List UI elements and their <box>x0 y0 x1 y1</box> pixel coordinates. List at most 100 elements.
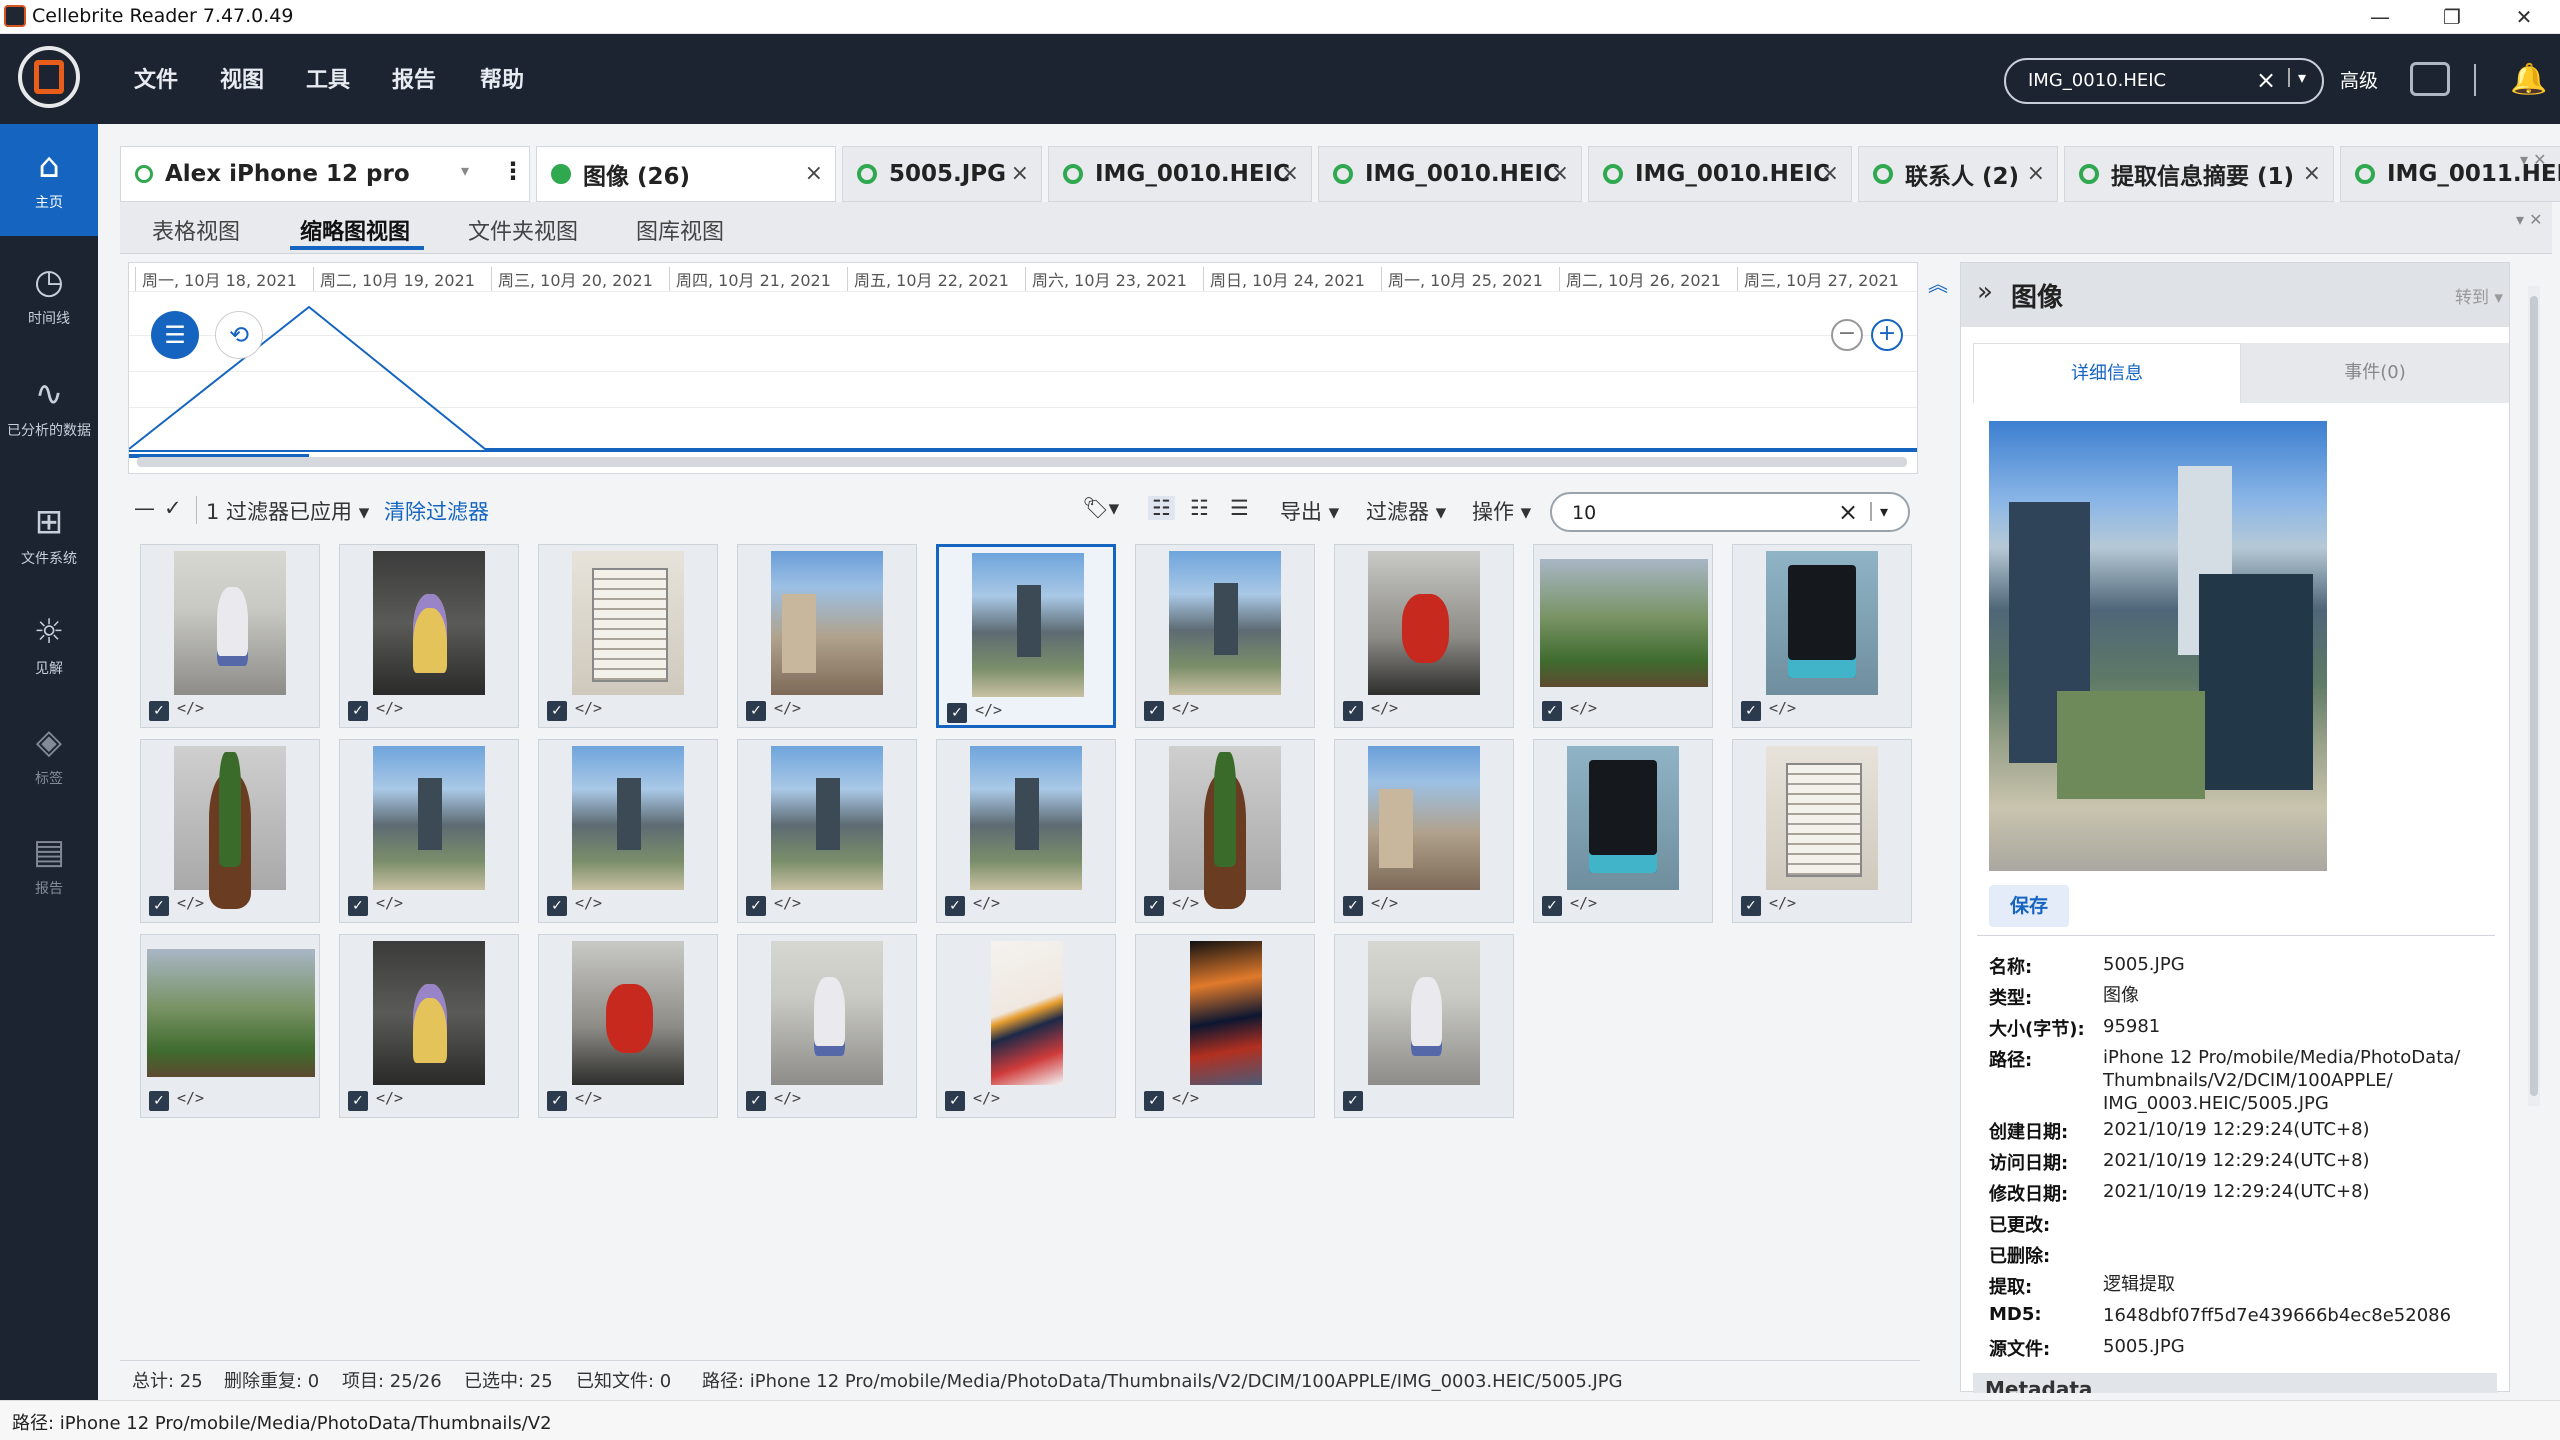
thumbnail-item[interactable]: ✓ </> <box>936 934 1116 1118</box>
thumbnail-checkbox[interactable]: ✓ <box>1542 701 1562 721</box>
thumbnail-item[interactable]: ✓ </> <box>1135 739 1315 923</box>
source-code-icon[interactable]: </> <box>376 1089 403 1107</box>
thumbnail-image[interactable] <box>572 551 684 695</box>
thumbnail-image[interactable] <box>1169 551 1281 695</box>
thumbnail-checkbox[interactable]: ✓ <box>1741 896 1761 916</box>
filter-dropdown[interactable]: 过滤器 ▾ <box>1366 496 1446 526</box>
close-tab-icon[interactable]: × <box>1281 161 1299 186</box>
thumbnail-image[interactable] <box>373 746 485 890</box>
source-code-icon[interactable]: </> <box>575 1089 602 1107</box>
thumbnail-item[interactable]: ✓ </> <box>936 739 1116 923</box>
thumbnail-image[interactable] <box>1368 746 1480 890</box>
thumbnail-item[interactable]: ✓ </> <box>1533 739 1713 923</box>
cellebrite-logo-icon[interactable] <box>18 46 80 108</box>
timeline-scrollbar[interactable] <box>137 457 1907 467</box>
sidebar-item-home[interactable]: ⌂ 主页 <box>0 124 98 236</box>
thumbnail-image[interactable] <box>771 746 883 890</box>
menu-tools[interactable]: 工具 <box>306 62 350 94</box>
tab-overflow-icon[interactable]: ▾ ✕ <box>2520 150 2547 169</box>
maximize-button[interactable]: ❐ <box>2416 0 2488 34</box>
thumbnail-image[interactable] <box>1368 551 1480 695</box>
thumbnail-item[interactable]: ✓ </> <box>1135 544 1315 728</box>
screenshot-icon[interactable] <box>2410 62 2450 96</box>
thumbnail-checkbox[interactable]: ✓ <box>348 701 368 721</box>
tab-folder-view[interactable]: 文件夹视图 <box>468 214 578 246</box>
thumbnail-checkbox[interactable]: ✓ <box>1741 701 1761 721</box>
tab-device[interactable]: Alex iPhone 12 pro ▾ ⋮ <box>120 146 530 202</box>
tab-details[interactable]: 详细信息 <box>1973 343 2241 403</box>
filter-dropdown-icon[interactable]: ▾ <box>1870 502 1888 521</box>
thumbnail-checkbox[interactable]: ✓ <box>1343 701 1363 721</box>
detail-scrollbar[interactable] <box>2528 286 2540 1106</box>
thumbnail-checkbox[interactable]: ✓ <box>1144 701 1164 721</box>
source-code-icon[interactable]: </> <box>1172 699 1199 717</box>
close-tab-icon[interactable]: × <box>2303 161 2321 186</box>
tab-images[interactable]: 图像 (26) × <box>536 146 836 202</box>
thumbnail-image[interactable] <box>771 941 883 1085</box>
thumbnail-checkbox[interactable]: ✓ <box>348 896 368 916</box>
goto-dropdown[interactable]: 转到 ▾ <box>2455 283 2503 308</box>
collapse-timeline-icon[interactable]: ︽ <box>1928 268 1948 297</box>
source-code-icon[interactable]: </> <box>1172 894 1199 912</box>
thumbnail-image[interactable] <box>373 551 485 695</box>
actions-dropdown[interactable]: 操作 ▾ <box>1472 496 1531 526</box>
thumbnail-checkbox[interactable]: ✓ <box>746 1091 766 1111</box>
source-code-icon[interactable]: </> <box>1769 894 1796 912</box>
view-tabs-overflow-icon[interactable]: ▾ ✕ <box>2516 210 2543 229</box>
thumbnail-item[interactable]: ✓ </> <box>936 544 1116 728</box>
thumbnail-item[interactable]: ✓ </> <box>140 739 320 923</box>
clear-search-icon[interactable]: × <box>2256 66 2276 94</box>
thumbnail-checkbox[interactable]: ✓ <box>945 1091 965 1111</box>
search-dropdown-icon[interactable]: ▾ <box>2288 68 2306 87</box>
sidebar-item-tags[interactable]: ◈ 标签 <box>0 700 98 812</box>
source-code-icon[interactable]: </> <box>177 699 204 717</box>
thumbnail-item[interactable]: ✓ </> <box>1732 739 1912 923</box>
thumbnail-item[interactable]: ✓ </> <box>538 739 718 923</box>
thumbnail-checkbox[interactable]: ✓ <box>947 703 967 723</box>
thumbnail-checkbox[interactable]: ✓ <box>149 1091 169 1111</box>
source-code-icon[interactable]: </> <box>177 894 204 912</box>
thumbnail-checkbox[interactable]: ✓ <box>945 896 965 916</box>
menu-file[interactable]: 文件 <box>134 62 178 94</box>
thumbnail-checkbox[interactable]: ✓ <box>348 1091 368 1111</box>
thumbnail-checkbox[interactable]: ✓ <box>746 701 766 721</box>
tab-img-0010-b[interactable]: IMG_0010.HEIC × <box>1318 146 1582 202</box>
close-tab-icon[interactable]: × <box>1011 161 1029 186</box>
thumbnail-item[interactable]: ✓ </> <box>140 544 320 728</box>
source-code-icon[interactable]: </> <box>177 1089 204 1107</box>
close-window-button[interactable]: ✕ <box>2488 0 2560 34</box>
thumbnail-item[interactable]: ✓ </> <box>538 934 718 1118</box>
close-tab-icon[interactable]: × <box>2027 161 2045 186</box>
thumbnail-checkbox[interactable]: ✓ <box>149 701 169 721</box>
deselect-all-icon[interactable]: — <box>134 496 155 520</box>
close-tab-icon[interactable]: × <box>1821 161 1839 186</box>
advanced-search-button[interactable]: 高级 <box>2340 66 2378 93</box>
thumbnail-checkbox[interactable]: ✓ <box>149 896 169 916</box>
thumbnail-image[interactable] <box>972 553 1084 697</box>
clear-filters-link[interactable]: 清除过滤器 <box>384 496 489 526</box>
source-code-icon[interactable]: </> <box>1570 699 1597 717</box>
tab-contacts[interactable]: 联系人 (2) × <box>1858 146 2058 202</box>
list-view-icon[interactable]: ☷ <box>1148 496 1175 520</box>
thumbnail-checkbox[interactable]: ✓ <box>746 896 766 916</box>
thumbnail-checkbox[interactable]: ✓ <box>1542 896 1562 916</box>
metadata-section[interactable]: Metadata <box>1973 1373 2497 1393</box>
zoom-out-button[interactable]: − <box>1831 319 1863 351</box>
tab-extraction-summary[interactable]: 提取信息摘要 (1) × <box>2064 146 2334 202</box>
tag-filter-icon[interactable]: 🏷▾ <box>1082 496 1119 521</box>
source-code-icon[interactable]: </> <box>575 699 602 717</box>
thumbnail-image[interactable] <box>572 746 684 890</box>
source-code-icon[interactable]: </> <box>774 894 801 912</box>
thumbnail-checkbox[interactable]: ✓ <box>1343 896 1363 916</box>
thumbnail-image[interactable] <box>147 949 315 1077</box>
source-code-icon[interactable]: </> <box>774 1089 801 1107</box>
collapse-panel-icon[interactable]: » <box>1977 277 1993 307</box>
thumbnail-image[interactable] <box>1567 746 1679 890</box>
thumbnail-item[interactable]: ✓ </> <box>339 739 519 923</box>
thumbnail-image[interactable] <box>970 746 1082 890</box>
thumbnail-image[interactable] <box>1766 551 1878 695</box>
export-dropdown[interactable]: 导出 ▾ <box>1280 496 1339 526</box>
thumbnail-checkbox[interactable]: ✓ <box>547 896 567 916</box>
thumbnail-image[interactable] <box>1368 941 1480 1085</box>
menu-view[interactable]: 视图 <box>220 62 264 94</box>
